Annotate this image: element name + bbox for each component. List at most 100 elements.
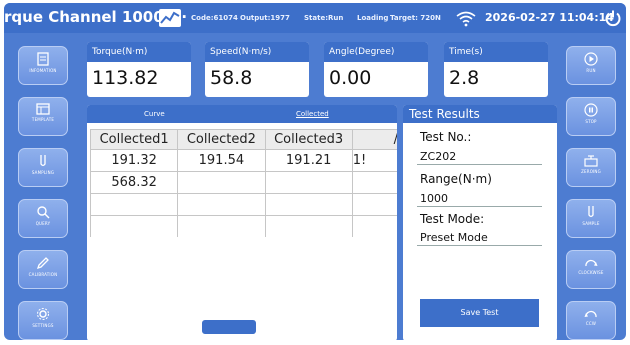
table-cell: [90, 193, 179, 216]
query-label: QUERY: [35, 221, 51, 226]
sampling-button[interactable]: SAMPLING: [18, 148, 68, 187]
table-cell: 568.32: [90, 171, 179, 194]
test-tube-icon: [40, 155, 46, 167]
template-icon: [36, 103, 50, 115]
sampling-label: SAMPLING: [31, 170, 55, 175]
status-bar: rque Channel 1000 N· Code:61074 Output:1…: [4, 3, 626, 33]
horizontal-scrollbar[interactable]: [202, 320, 256, 334]
collected-table-wrapper[interactable]: Collected1 Collected2 Collected3 / 191.3…: [90, 129, 397, 237]
data-panel: Curve Collected Collected1 Collected2 Co…: [87, 105, 397, 340]
save-test-button[interactable]: Save Test: [420, 299, 539, 327]
table-cell: 191.32: [90, 149, 179, 172]
column-header: Collected1: [90, 129, 179, 150]
run-button[interactable]: RUN: [566, 46, 616, 85]
angle-value: 0.00: [329, 67, 372, 89]
stop-label: STOP: [585, 119, 597, 124]
speed-label: Speed(N·m/s): [205, 42, 309, 62]
tab-curve[interactable]: Curve: [144, 110, 165, 118]
table-cell: [177, 215, 266, 237]
table-cell: [177, 193, 266, 216]
collected-table: Collected1 Collected2 Collected3 / 191.3…: [90, 129, 397, 237]
sample-button[interactable]: SAMPLE: [566, 199, 616, 238]
table-header-row: Collected1 Collected2 Collected3 /: [90, 129, 397, 150]
test-mode-field[interactable]: Preset Mode: [417, 230, 542, 246]
loading-text: Loading: [357, 14, 389, 22]
table-cell: [351, 193, 397, 216]
test-no-label: Test No.:: [420, 130, 472, 144]
scale-icon: [584, 155, 598, 167]
test-no-field[interactable]: ZC202: [417, 149, 542, 165]
settings-button[interactable]: SETTINGS: [18, 301, 68, 340]
ccw-button[interactable]: CCW: [566, 301, 616, 340]
information-label: INFOMATION: [29, 68, 57, 73]
information-button[interactable]: INFOMATION: [18, 46, 68, 85]
speed-card: Speed(N·m/s) 58.8: [205, 42, 309, 97]
table-cell: [177, 171, 266, 194]
state-text: State:Run: [304, 14, 344, 22]
template-label: TEMPLATE: [31, 117, 55, 122]
time-card: Time(s) 2.8: [444, 42, 548, 97]
power-icon[interactable]: [604, 9, 622, 31]
column-header: /: [351, 129, 397, 150]
datetime: 2026-02-27 11:04:14: [485, 11, 614, 24]
table-row: [90, 215, 397, 237]
stop-button[interactable]: STOP: [566, 97, 616, 136]
pencil-icon: [36, 257, 49, 270]
table-cell: 191.21: [264, 149, 353, 172]
settings-label: SETTINGS: [32, 323, 54, 328]
table-row: 568.32: [90, 171, 397, 194]
sample-label: SAMPLE: [582, 221, 600, 226]
test-results-heading: Test Results: [403, 105, 557, 123]
zeroing-button[interactable]: ZEROING: [566, 148, 616, 187]
table-row: [90, 193, 397, 216]
rotate-clockwise-icon: [585, 259, 598, 267]
time-label: Time(s): [444, 42, 548, 62]
table-cell: [264, 171, 353, 194]
calibration-label: CALIBRATION: [28, 272, 58, 277]
calibration-button[interactable]: CALIBRATION: [18, 250, 68, 289]
data-tabs: Curve Collected: [87, 105, 397, 123]
column-header: Collected2: [177, 129, 266, 150]
angle-card: Angle(Degree) 0.00: [324, 42, 428, 97]
table-cell: [90, 215, 179, 237]
tab-collected[interactable]: Collected: [296, 110, 329, 118]
torque-value: 113.82: [92, 67, 159, 89]
clockwise-button[interactable]: CLOCKWISE: [566, 250, 616, 289]
template-button[interactable]: TEMPLATE: [18, 97, 68, 136]
range-label: Range(N·m): [420, 172, 492, 186]
range-field[interactable]: 1000: [417, 191, 542, 207]
target-text: Target: 720N: [390, 14, 441, 22]
test-results-panel: Test Results Test No.: ZC202 Range(N·m) …: [403, 105, 557, 340]
wifi-icon: [455, 10, 477, 31]
ccw-label: CCW: [585, 321, 597, 326]
time-value: 2.8: [449, 67, 480, 89]
table-cell: 1!: [351, 149, 397, 172]
document-icon: [37, 52, 49, 66]
table-cell: 191.54: [177, 149, 266, 172]
table-cell: [351, 215, 397, 237]
output-text: Output:1977: [240, 14, 290, 22]
torque-label: Torque(N·m): [87, 42, 191, 62]
table-cell: [264, 193, 353, 216]
column-header: Collected3: [264, 129, 353, 150]
table-row: 191.32 191.54 191.21 1!: [90, 149, 397, 172]
app-frame: rque Channel 1000 N· Code:61074 Output:1…: [4, 3, 626, 340]
pause-icon: [584, 103, 598, 117]
code-text: Code:61074: [191, 14, 238, 22]
torque-card: Torque(N·m) 113.82: [87, 42, 191, 97]
gear-icon: [37, 308, 49, 320]
zeroing-label: ZEROING: [581, 169, 601, 174]
speed-value: 58.8: [210, 67, 253, 89]
search-icon: [37, 206, 50, 219]
angle-label: Angle(Degree): [324, 42, 428, 62]
trend-chart-icon[interactable]: [159, 9, 181, 27]
play-icon: [584, 52, 598, 66]
table-cell: [351, 171, 397, 194]
table-cell: [264, 215, 353, 237]
test-mode-label: Test Mode:: [420, 212, 485, 226]
run-label: RUN: [586, 68, 596, 73]
test-tube-icon: [588, 206, 594, 218]
query-button[interactable]: QUERY: [18, 199, 68, 238]
clockwise-label: CLOCKWISE: [578, 270, 604, 275]
rotate-counterclockwise-icon: [584, 310, 597, 318]
